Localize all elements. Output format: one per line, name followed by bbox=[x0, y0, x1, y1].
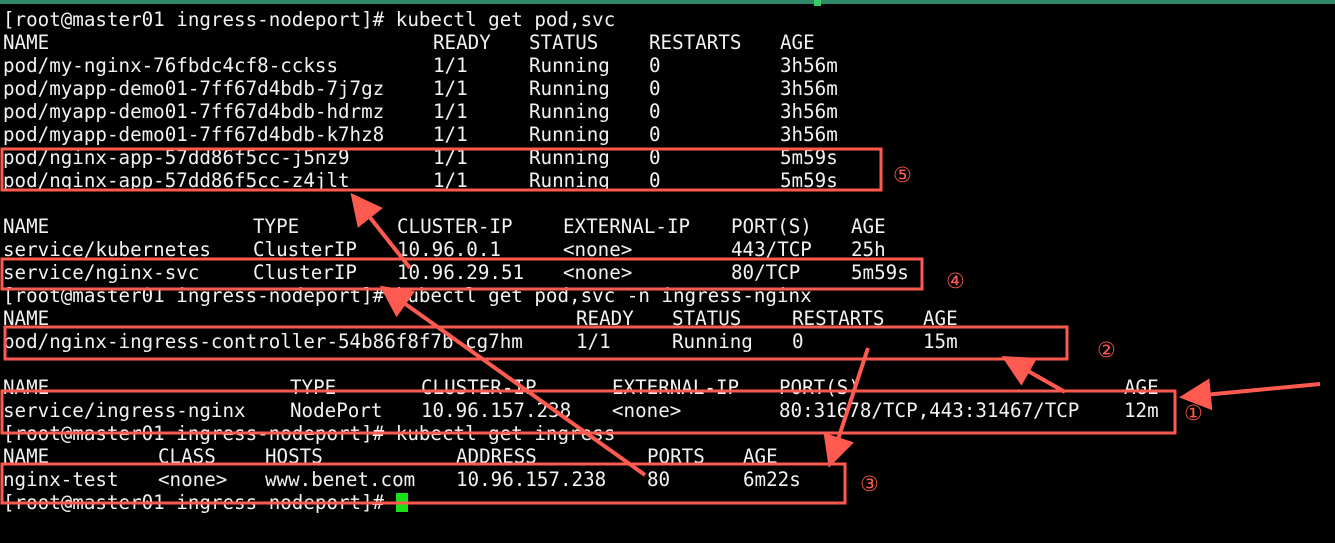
highlight-box-ingress-controller-pod bbox=[3, 325, 1069, 361]
arrow-to-nginx-svc bbox=[379, 285, 647, 477]
callout-2: ② bbox=[1097, 338, 1116, 362]
highlight-box-nginx-svc bbox=[0, 257, 924, 291]
annotation-overlay: ⑤ ④ ② ① ③ bbox=[0, 147, 1321, 505]
highlight-box-ingress-resource bbox=[0, 462, 847, 505]
callout-5: ⑤ bbox=[893, 163, 912, 187]
arrow-to-controller bbox=[1001, 356, 1066, 394]
callout-3: ③ bbox=[860, 472, 879, 496]
highlight-box-ingress-nginx-service bbox=[0, 389, 1177, 435]
highlight-box-nginx-app-pods bbox=[0, 147, 883, 192]
arrow-to-ingress bbox=[823, 347, 870, 468]
arrow-to-service bbox=[1179, 378, 1321, 411]
callout-1: ① bbox=[1184, 401, 1203, 425]
callout-4: ④ bbox=[946, 269, 965, 293]
arrow-to-pods bbox=[350, 192, 412, 270]
